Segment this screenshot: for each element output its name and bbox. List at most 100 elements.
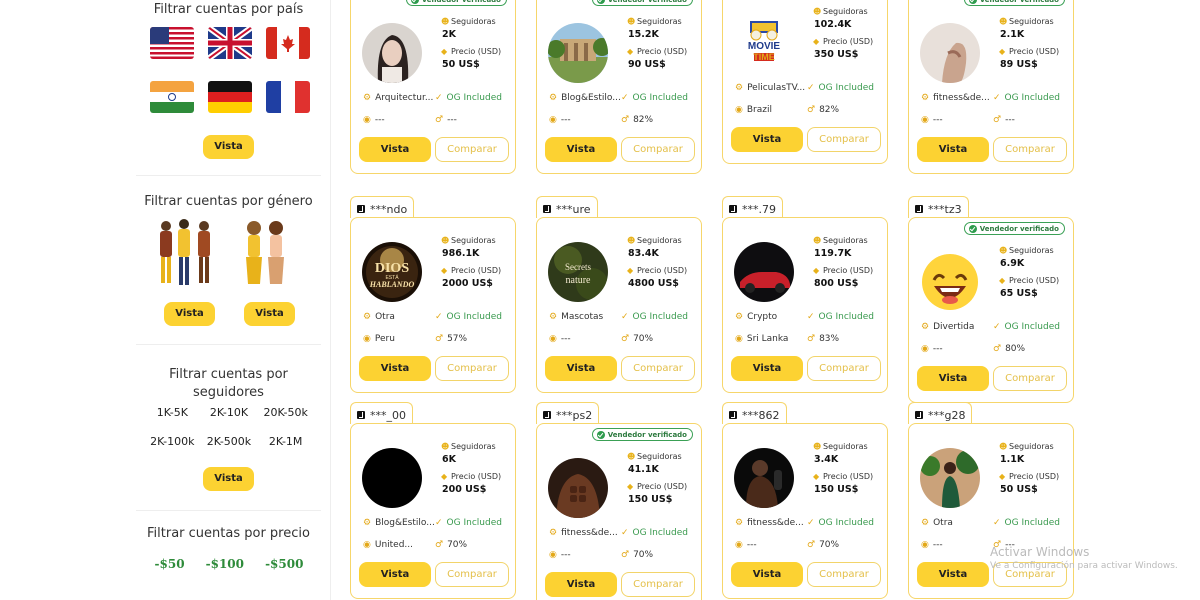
comparar-button[interactable]: Comparar	[621, 137, 695, 162]
comparar-button[interactable]: Comparar	[807, 562, 881, 587]
account-card[interactable]: Vendedor verificado ☻ Seguidoras 6.9K ◆ Preci…	[908, 217, 1074, 403]
account-card[interactable]: Vendedor verificado ☻Seguidoras 2K ◆Precio …	[350, 0, 516, 174]
followers-option[interactable]: 1K-5K	[144, 406, 201, 419]
country-value: ---	[746, 540, 757, 550]
price-label: ◆ Precio (USD)	[999, 276, 1059, 285]
followers-label: ☻ Seguidoras	[441, 442, 496, 451]
gender-icon: ♂	[435, 115, 444, 125]
comparar-button[interactable]: Comparar	[621, 356, 695, 381]
account-avatar	[362, 23, 422, 83]
vista-button[interactable]: Vista	[545, 356, 617, 381]
user-icon: ☻	[813, 442, 822, 451]
canada-flag-icon[interactable]	[266, 27, 310, 59]
india-flag-icon[interactable]	[150, 81, 194, 113]
account-avatar	[734, 448, 794, 508]
usa-flag-icon[interactable]	[150, 27, 194, 59]
vista-button[interactable]: Vista	[359, 137, 431, 162]
account-card[interactable]: DIOS ESTÁ HABLANDO ☻ Seguidoras 986.1K ◆ Precio…	[350, 217, 516, 393]
followers-label: ☻ Seguidoras	[999, 442, 1054, 451]
vista-button[interactable]: Vista	[917, 137, 989, 162]
comparar-button[interactable]: Comparar	[435, 562, 509, 587]
audience-stat-value: ---	[1005, 115, 1015, 125]
gender-icon: ♂	[621, 550, 630, 560]
comparar-button[interactable]: Comparar	[993, 137, 1067, 162]
price-option[interactable]: -$100	[206, 557, 244, 571]
followers-label-text: Seguidoras	[823, 442, 868, 451]
vista-button[interactable]: Vista	[545, 137, 617, 162]
account-card[interactable]: ☻ Seguidoras 6K ◆ Precio (USD) 200 US$ ⚙ Blog&E…	[350, 423, 516, 599]
followers-option[interactable]: 2K-500k	[201, 435, 258, 448]
female-vista-button[interactable]: Vista	[244, 302, 295, 326]
account-card[interactable]: ☻ Seguidoras 1.1K ◆ Precio (USD) 50 US$ ⚙ Otra ✓…	[908, 423, 1074, 599]
account-avatar	[362, 448, 422, 508]
user-icon: ☻	[813, 7, 822, 16]
account-card[interactable]: MOVIE TIME ☻ Seguidoras 102.4K ◆ Precio (USD) 3…	[722, 0, 888, 164]
diamond-icon: ◆	[441, 266, 448, 275]
male-group-image[interactable]	[150, 214, 222, 292]
followers-label-text: Seguidoras	[1009, 246, 1054, 255]
account-avatar	[920, 23, 980, 83]
diamond-icon: ◆	[999, 276, 1006, 285]
vista-button[interactable]: Vista	[545, 572, 617, 597]
account-card[interactable]: Vendedor verificado ☻Seguidoras 15.2K ◆Prec…	[536, 0, 702, 174]
og-included-label: OG Included	[818, 518, 874, 528]
account-card[interactable]: Vendedor verificado ☻ Seguidoras 41.1K ◆ Prec…	[536, 423, 702, 600]
vista-button[interactable]: Vista	[731, 356, 803, 381]
country-flags	[150, 27, 312, 113]
tiktok-icon	[915, 205, 923, 213]
country-vista-button[interactable]: Vista	[203, 135, 254, 159]
account-handle: ***ure	[556, 202, 591, 216]
audience-stat-value: 83%	[819, 334, 840, 344]
vista-button[interactable]: Vista	[917, 366, 989, 391]
vista-button[interactable]: Vista	[731, 562, 803, 587]
vista-button[interactable]: Vista	[917, 562, 989, 587]
verified-seller-badge: Vendedor verificado	[963, 222, 1065, 235]
comparar-button[interactable]: Comparar	[807, 356, 881, 381]
female-group-image[interactable]	[236, 214, 296, 292]
price-option[interactable]: -$500	[265, 557, 303, 571]
comparar-button[interactable]: Comparar	[621, 572, 695, 597]
account-card[interactable]: Vendedor verificado ☻Seguidoras 2.1K ◆Preci…	[908, 0, 1074, 174]
vista-button[interactable]: Vista	[359, 356, 431, 381]
verified-label: Vendedor verificado	[607, 430, 687, 439]
audience-stat-value: 70%	[447, 540, 468, 550]
account-tab: ***ndo	[350, 196, 415, 218]
france-flag-icon[interactable]	[266, 81, 310, 113]
account-avatar: MOVIE TIME	[734, 13, 794, 73]
globe-icon: ◉	[363, 334, 371, 344]
price-label: ◆ Precio (USD)	[441, 266, 501, 275]
verified-seller-badge: Vendedor verificado	[591, 428, 693, 441]
country-value: ---	[932, 540, 943, 550]
germany-flag-icon[interactable]	[208, 81, 252, 113]
male-vista-button[interactable]: Vista	[164, 302, 215, 326]
user-icon: ☻	[999, 246, 1008, 255]
price-label: ◆ Precio (USD)	[813, 37, 873, 46]
followers-vista-button[interactable]: Vista	[203, 467, 254, 491]
category-value: Crypto	[747, 312, 778, 322]
location-row: ◉ Brazil ♂ 82%	[735, 105, 879, 115]
price-label-text: Precio (USD)	[823, 266, 874, 275]
account-card[interactable]: Secrets nature ☻ Seguidoras 83.4K ◆ Precio (US…	[536, 217, 702, 393]
account-card[interactable]: ☻ Seguidoras 119.7K ◆ Precio (USD) 800 US$ ⚙ Cr…	[722, 217, 888, 393]
vista-button[interactable]: Vista	[731, 127, 803, 152]
location-row: ◉ United... ♂ 70%	[363, 540, 507, 550]
vista-button[interactable]: Vista	[359, 562, 431, 587]
gender-icon: ♂	[993, 344, 1002, 354]
followers-option[interactable]: 2K-1M	[257, 435, 314, 448]
uk-flag-icon[interactable]	[208, 27, 252, 59]
comparar-button[interactable]: Comparar	[435, 137, 509, 162]
followers-option[interactable]: 20K-50k	[257, 406, 314, 419]
comparar-button[interactable]: Comparar	[993, 366, 1067, 391]
comparar-button[interactable]: Comparar	[435, 356, 509, 381]
followers-option[interactable]: 2K-10K	[201, 406, 258, 419]
price-label-text: Precio (USD)	[1009, 47, 1060, 56]
account-avatar	[920, 252, 980, 312]
diamond-icon: ◆	[999, 47, 1006, 56]
account-card[interactable]: ☻ Seguidoras 3.4K ◆ Precio (USD) 150 US$ ⚙ fitn…	[722, 423, 888, 599]
price-value: 50 US$	[442, 59, 480, 70]
og-included-label: OG Included	[1004, 518, 1060, 528]
followers-option[interactable]: 2K-100k	[144, 435, 201, 448]
comparar-button[interactable]: Comparar	[807, 127, 881, 152]
gender-icon: ♂	[807, 105, 816, 115]
price-option[interactable]: -$50	[155, 557, 185, 571]
